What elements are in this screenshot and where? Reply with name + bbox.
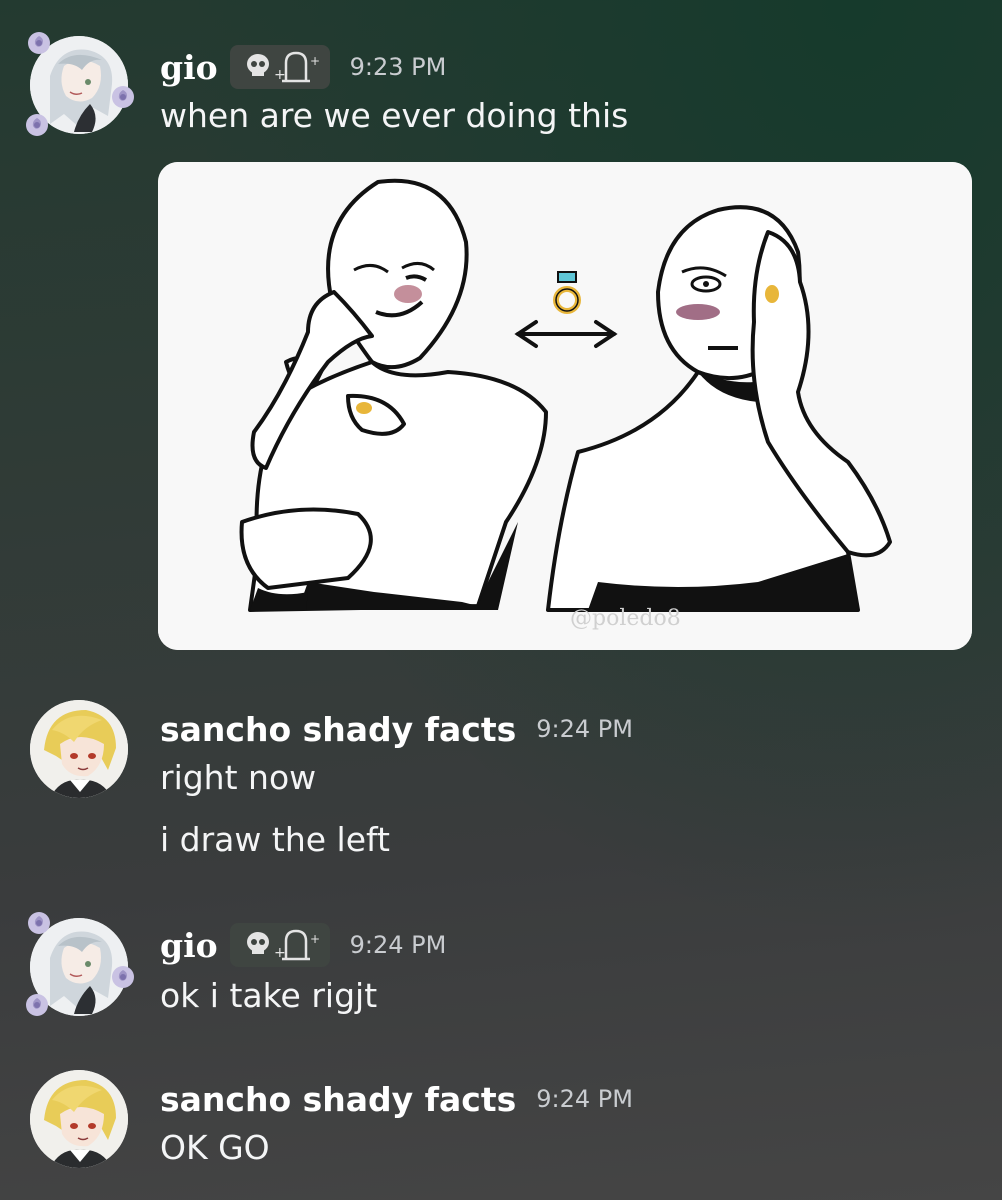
watermark: @poledo8 <box>570 606 681 631</box>
timestamp: 9:24 PM <box>536 1085 633 1113</box>
timestamp: 9:24 PM <box>536 715 633 743</box>
message-header: gio + + 9:23 PM <box>160 44 446 90</box>
timestamp: 9:24 PM <box>349 931 447 959</box>
username[interactable]: gio <box>160 926 218 965</box>
message-header: sancho shady facts 9:24 PM <box>160 706 633 752</box>
skull-tombstone-icon: + + <box>246 929 320 961</box>
message-header: sancho shady facts 9:24 PM <box>160 1076 633 1122</box>
timestamp: 9:23 PM <box>349 53 447 81</box>
avatar[interactable] <box>30 700 128 798</box>
image-attachment[interactable]: @poledo8 <box>158 162 972 650</box>
message-text: i draw the left <box>160 820 390 859</box>
username[interactable]: gio <box>160 48 218 87</box>
username[interactable]: sancho shady facts <box>160 1080 516 1119</box>
rose-icon <box>112 966 134 988</box>
rose-icon <box>26 994 48 1016</box>
clan-tag[interactable]: + + <box>229 45 330 89</box>
avatar[interactable] <box>30 1070 128 1168</box>
message-text: when are we ever doing this <box>160 96 629 135</box>
message-header: gio + + 9:24 PM <box>160 922 446 968</box>
rose-icon <box>26 114 48 136</box>
sketch-drawing <box>158 162 972 650</box>
rose-icon <box>28 32 50 54</box>
skull-tombstone-icon: + + <box>246 51 320 83</box>
svg-text:+: + <box>310 932 320 946</box>
message-text: right now <box>160 758 317 797</box>
rose-icon <box>28 912 50 934</box>
message-text: OK GO <box>160 1128 270 1167</box>
svg-text:+: + <box>310 54 320 68</box>
username[interactable]: sancho shady facts <box>160 710 516 749</box>
clan-tag[interactable]: + + <box>229 923 330 967</box>
message-text: ok i take rigjt <box>160 976 378 1015</box>
rose-icon <box>112 86 134 108</box>
